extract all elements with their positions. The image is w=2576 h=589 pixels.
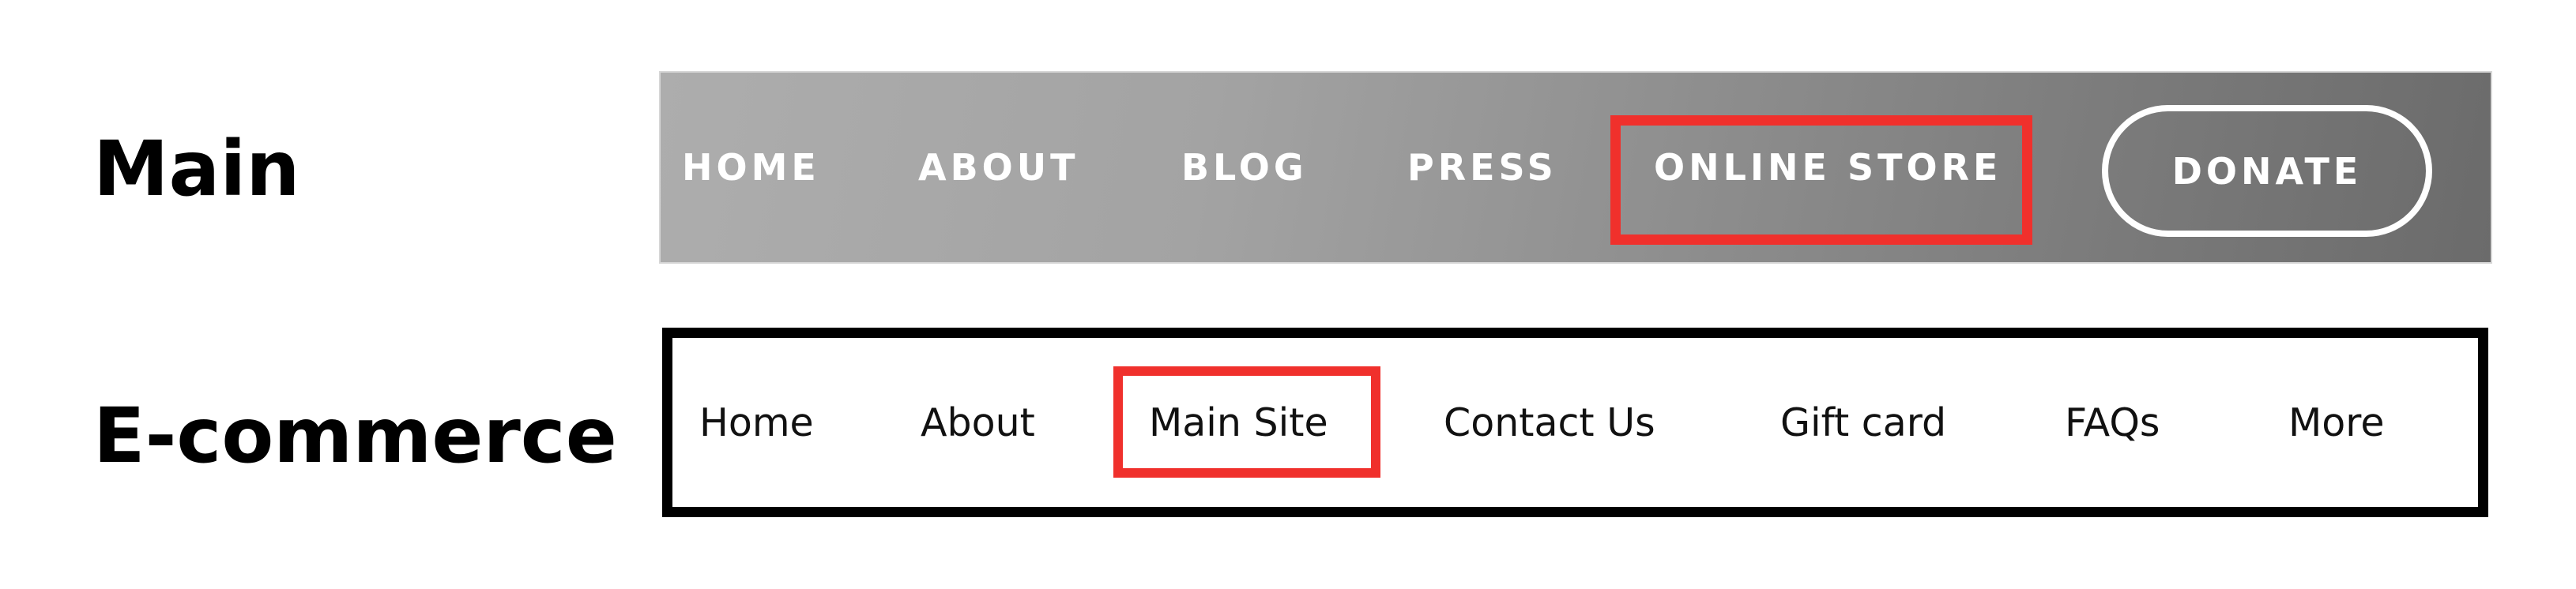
main-nav-home[interactable]: HOME bbox=[682, 73, 820, 262]
main-nav-blog[interactable]: BLOG bbox=[1181, 73, 1308, 262]
donate-button[interactable]: DONATE bbox=[2102, 105, 2432, 237]
main-nav-about[interactable]: ABOUT bbox=[918, 73, 1079, 262]
ecom-nav-home[interactable]: Home bbox=[699, 338, 814, 507]
ecommerce-nav-label: E-commerce bbox=[93, 392, 617, 480]
ecom-nav-main-site[interactable]: Main Site bbox=[1149, 338, 1328, 507]
ecom-nav-contact-us[interactable]: Contact Us bbox=[1444, 338, 1655, 507]
main-site-nav-bar: HOME ABOUT BLOG PRESS ONLINE STORE DONAT… bbox=[661, 73, 2491, 262]
ecom-nav-about[interactable]: About bbox=[921, 338, 1035, 507]
ecom-nav-faqs[interactable]: FAQs bbox=[2065, 338, 2160, 507]
main-nav-press[interactable]: PRESS bbox=[1407, 73, 1557, 262]
main-nav-label: Main bbox=[93, 125, 300, 213]
ecom-nav-gift-card[interactable]: Gift card bbox=[1780, 338, 1946, 507]
main-nav-online-store[interactable]: ONLINE STORE bbox=[1654, 73, 2002, 262]
ecom-nav-more[interactable]: More bbox=[2288, 338, 2384, 507]
ecommerce-nav-bar: Home About Main Site Contact Us Gift car… bbox=[662, 328, 2488, 517]
